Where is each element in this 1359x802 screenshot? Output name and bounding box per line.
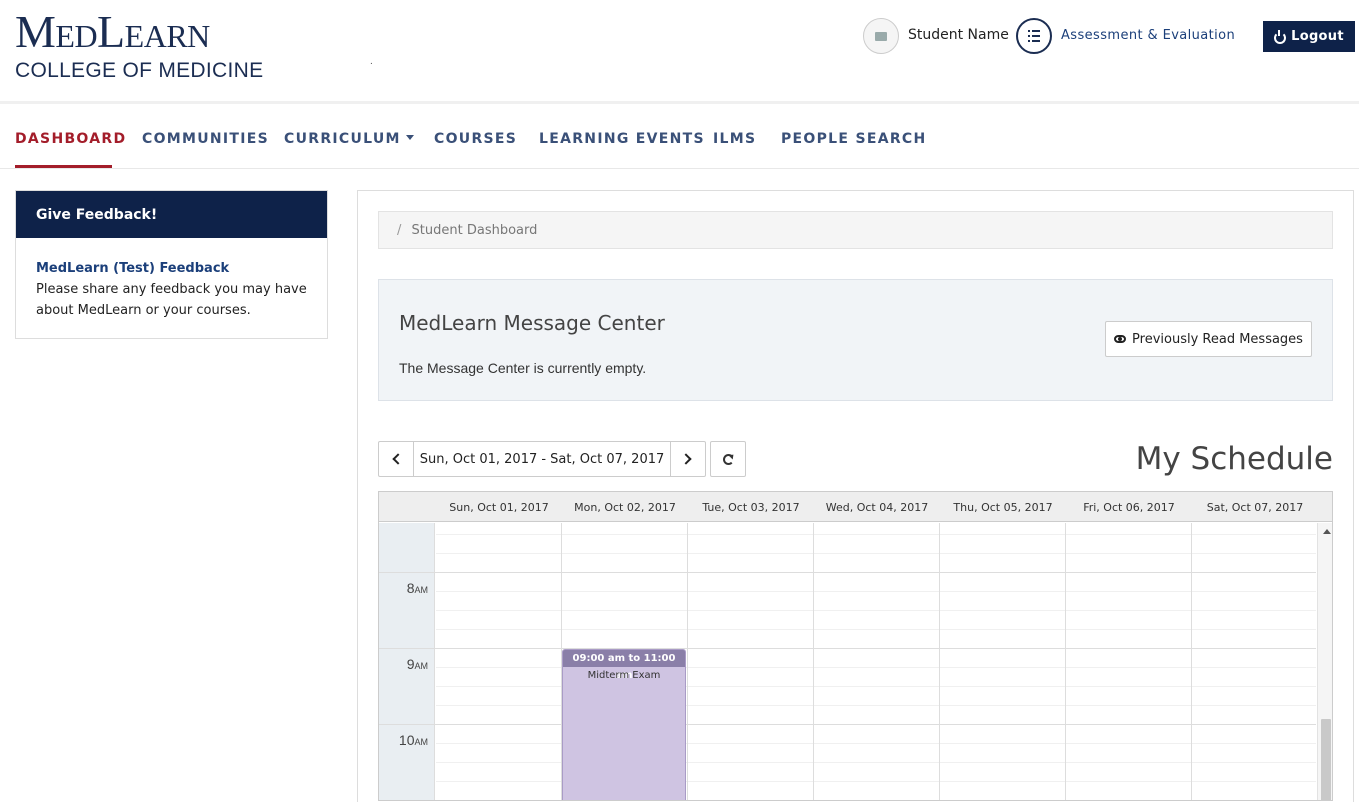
logout-button[interactable]: Logout (1263, 21, 1355, 52)
grid-line (436, 591, 1316, 592)
nav-curriculum[interactable]: CURRICULUM (284, 131, 414, 147)
day-header: Tue, Oct 03, 2017 (702, 501, 800, 514)
assessment-link[interactable]: Assessment & Evaluation (1061, 28, 1235, 43)
chevron-right-icon (680, 453, 692, 465)
image-icon (875, 31, 887, 41)
feedback-title: Give Feedback! (16, 191, 327, 238)
column-line (687, 523, 688, 800)
calendar-header: Sun, Oct 01, 2017 Mon, Oct 02, 2017 Tue,… (379, 492, 1332, 522)
next-week-button[interactable] (670, 441, 706, 477)
main-content: / Student Dashboard MedLearn Message Cen… (357, 190, 1354, 802)
nav-courses[interactable]: COURSES (434, 131, 517, 147)
nav-ilms[interactable]: ILMS (713, 131, 756, 147)
hour-label: 8AM (406, 580, 428, 596)
feedback-link[interactable]: MedLearn (Test) Feedback (36, 258, 307, 279)
calendar-event[interactable]: 09:00 am to 11:00 am Midterm Exam (562, 649, 686, 800)
grid-line (436, 610, 1316, 611)
refresh-icon (722, 453, 734, 465)
breadcrumb-separator: / (397, 223, 402, 238)
avatar[interactable] (863, 18, 899, 54)
calendar-scrollbar[interactable] (1317, 523, 1332, 800)
column-line (1065, 523, 1066, 800)
hour-label: 9AM (406, 656, 428, 672)
day-header: Sat, Oct 07, 2017 (1206, 501, 1304, 514)
nav-curriculum-label: CURRICULUM (284, 131, 401, 147)
logo[interactable]: MedLearn COLLEGE OF MEDICINE (15, 9, 263, 83)
grid-line (436, 553, 1316, 554)
breadcrumb-current: Student Dashboard (411, 223, 538, 238)
day-header: Mon, Oct 02, 2017 (574, 501, 676, 514)
grid-line (379, 724, 1316, 725)
power-icon (1274, 30, 1287, 44)
logo-subtitle: COLLEGE OF MEDICINE (15, 59, 264, 82)
logout-label: Logout (1291, 29, 1344, 44)
chevron-left-icon (392, 453, 404, 465)
nav-people-search[interactable]: PEOPLE SEARCH (781, 131, 927, 147)
column-line (813, 523, 814, 800)
calendar: Sun, Oct 01, 2017 Mon, Oct 02, 2017 Tue,… (378, 491, 1333, 801)
logo-title: MedLearn (15, 6, 210, 57)
calendar-body[interactable]: 8AM 9AM 10AM 09:00 am to 11:00 am Midter… (379, 523, 1332, 800)
column-line (1191, 523, 1192, 800)
feedback-text: Please share any feedback you may have a… (36, 282, 307, 318)
caret-down-icon (405, 134, 414, 140)
date-range[interactable]: Sun, Oct 01, 2017 - Sat, Oct 07, 2017 (413, 441, 671, 477)
nav-dashboard[interactable]: DASHBOARD (15, 131, 126, 147)
header: MedLearn COLLEGE OF MEDICINE . Student N… (0, 0, 1359, 104)
schedule-title: My Schedule (1135, 441, 1333, 477)
prev-week-button[interactable] (378, 441, 414, 477)
user-name[interactable]: Student Name (908, 27, 1009, 43)
nav-communities[interactable]: COMMUNITIES (142, 131, 269, 147)
feedback-body: MedLearn (Test) Feedback Please share an… (16, 238, 327, 341)
message-center: MedLearn Message Center The Message Cent… (378, 279, 1333, 401)
event-title: Midterm Exam (587, 670, 661, 681)
message-center-title: MedLearn Message Center (399, 311, 665, 335)
day-header: Sun, Oct 01, 2017 (449, 501, 549, 514)
list-icon[interactable] (1016, 18, 1052, 54)
column-line (939, 523, 940, 800)
refresh-button[interactable] (710, 441, 746, 477)
grid-line (436, 629, 1316, 630)
grid-line (379, 572, 1316, 573)
day-header: Fri, Oct 06, 2017 (1083, 501, 1175, 514)
event-time: 09:00 am to 11:00 am (563, 650, 685, 681)
previously-read-label: Previously Read Messages (1132, 331, 1303, 347)
day-header: Thu, Oct 05, 2017 (953, 501, 1053, 514)
time-gutter: 8AM 9AM 10AM (379, 523, 435, 800)
hour-label: 10AM (398, 732, 428, 748)
main-nav: DASHBOARD COMMUNITIES CURRICULUM COURSES… (0, 107, 1359, 169)
previously-read-button[interactable]: Previously Read Messages (1105, 321, 1312, 357)
breadcrumb: / Student Dashboard (378, 211, 1333, 249)
active-tab-indicator (15, 165, 112, 168)
feedback-panel: Give Feedback! MedLearn (Test) Feedback … (15, 190, 328, 339)
eye-icon (1114, 335, 1127, 343)
grid-line (379, 648, 1316, 649)
day-header: Wed, Oct 04, 2017 (825, 501, 929, 514)
grid-line (436, 534, 1316, 535)
scroll-thumb[interactable] (1321, 719, 1331, 800)
message-center-empty: The Message Center is currently empty. (399, 360, 647, 376)
stray-dot: . (370, 56, 373, 67)
nav-learning-events[interactable]: LEARNING EVENTS (539, 131, 705, 147)
scroll-up-icon[interactable] (1323, 529, 1331, 534)
